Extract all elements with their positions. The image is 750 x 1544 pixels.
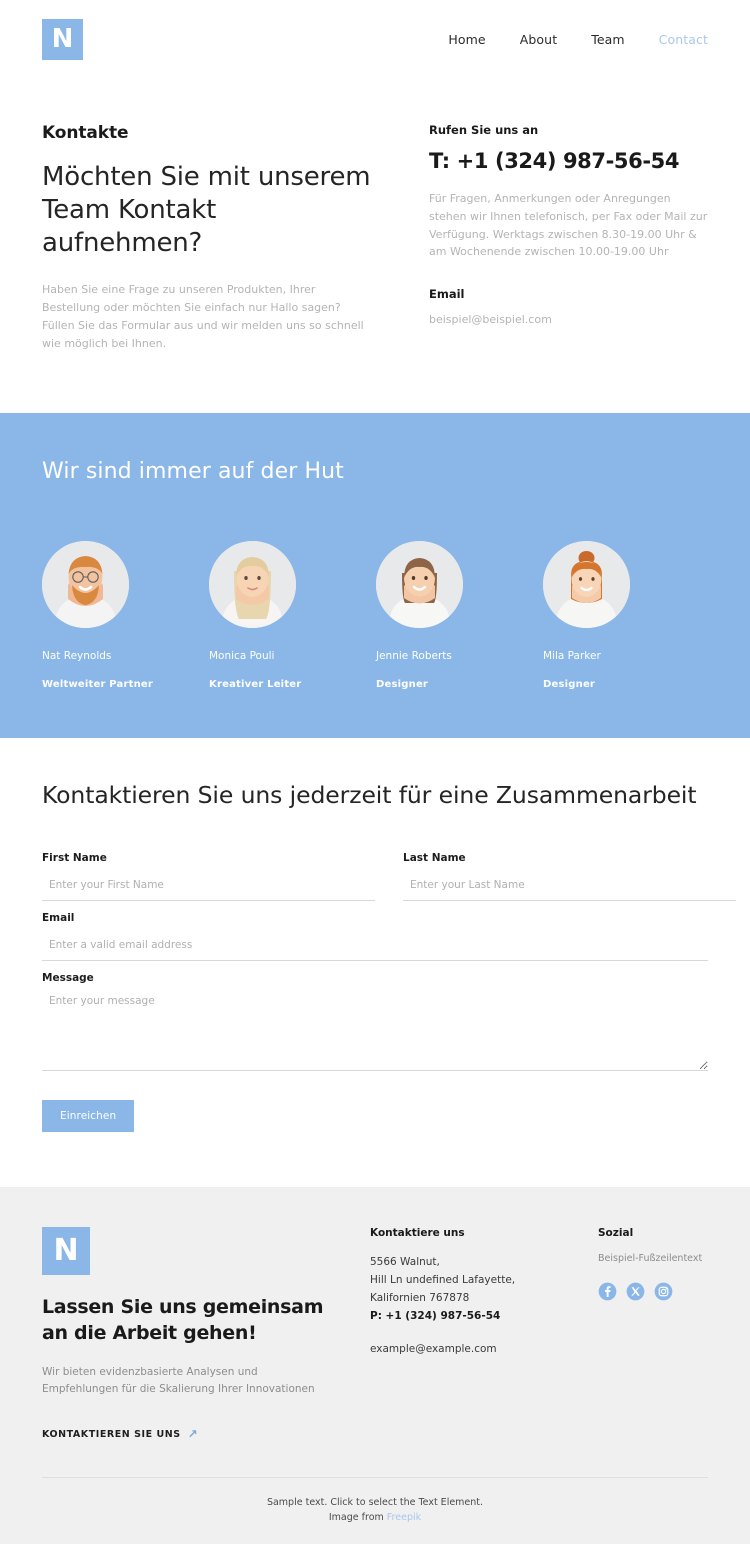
last-name-input[interactable] [403,879,736,902]
contact-form: First Name Last Name Email Message Einre… [42,852,736,1133]
email-input[interactable] [42,939,708,962]
logo[interactable]: N [42,18,83,60]
footer-logo[interactable]: N [42,1227,90,1276]
member-role: Designer [543,678,596,690]
team-grid: Nat Reynolds Weltweiter Partner Monica P… [42,540,710,690]
instagram-icon[interactable] [654,1282,673,1301]
footer-contact-cta[interactable]: KONTAKTIEREN SIE UNS ↗ [42,1428,198,1440]
team-member: Mila Parker Designer [543,540,710,690]
member-name: Nat Reynolds [42,649,112,662]
first-name-field: First Name [42,852,375,902]
main-navigation: Home About Team Contact [448,32,708,47]
x-twitter-icon[interactable] [626,1282,645,1301]
email-label: Email [42,912,75,925]
footer-logo-letter: N [53,1233,79,1269]
avatar [209,540,296,628]
address-line: 5566 Walnut, [370,1256,440,1269]
page-title: Möchten Sie mit unserem Team Kontakt auf… [42,162,371,258]
facebook-icon[interactable] [598,1282,617,1301]
team-member: Monica Pouli Kreativer Leiter [209,540,376,690]
team-member: Jennie Roberts Designer [376,540,543,690]
avatar [42,540,129,628]
message-textarea[interactable] [42,993,708,1072]
arrow-up-right-icon: ↗ [187,1427,199,1442]
member-name: Jennie Roberts [376,649,452,662]
email-value: beispiel@beispiel.com [429,313,552,327]
freepik-link[interactable]: Freepik [387,1512,421,1523]
contact-page: N Home About Team Contact Kontakte Möcht… [0,0,750,1544]
avatar [376,540,463,628]
last-name-field: Last Name [403,852,736,902]
site-footer: N Lassen Sie uns gemeinsam an die Arbeit… [0,1187,750,1544]
first-name-input[interactable] [42,879,375,902]
team-section-title: Wir sind immer auf der Hut [42,458,344,484]
intro-right-column: Rufen Sie uns an T: +1 (324) 987-56-54 F… [429,123,708,353]
logo-letter: N [51,24,74,54]
name-field-row: First Name Last Name [42,852,736,912]
office-hours-text: Für Fragen, Anmerkungen oder Anregungen … [429,192,708,259]
team-section: Wir sind immer auf der Hut Nat Reynolds … [0,412,750,738]
last-name-label: Last Name [403,852,466,865]
first-name-label: First Name [42,852,107,865]
member-role: Kreativer Leiter [209,678,302,690]
footer-social-heading: Sozial [598,1227,634,1240]
nav-item-team[interactable]: Team [591,32,624,47]
call-us-label: Rufen Sie uns an [429,123,539,137]
footer-heading: Lassen Sie uns gemeinsam an die Arbeit g… [42,1296,324,1344]
footer-social-note: Beispiel-Fußzeilentext [598,1253,703,1265]
footer-bottom-bar: Sample text. Click to select the Text El… [42,1478,708,1544]
member-role: Weltweiter Partner [42,678,154,690]
site-header: N Home About Team Contact [0,0,750,78]
message-field: Message [42,972,708,1075]
social-links [598,1282,750,1301]
image-credit-prefix: Image from [328,1512,387,1524]
email-label: Email [429,287,465,302]
footer-image-credit: Image from Freepik [42,1510,708,1525]
footer-sample-text: Sample text. Click to select the Text El… [266,1496,484,1508]
contact-form-section: Kontaktieren Sie uns jederzeit für eine … [0,737,750,1188]
nav-item-about[interactable]: About [520,32,557,47]
team-member: Nat Reynolds Weltweiter Partner [42,540,209,690]
intro-left-column: Kontakte Möchten Sie mit unserem Team Ko… [42,123,372,353]
intro-paragraph: Haben Sie eine Frage zu unseren Produkte… [42,283,364,350]
member-role: Designer [376,678,429,690]
address-line: Hill Ln undefined Lafayette, [370,1274,516,1287]
phone-number: T: +1 (324) 987-56-54 [429,149,680,173]
submit-button[interactable]: Einreichen [42,1100,135,1133]
footer-email: example@example.com [370,1343,497,1356]
member-name: Mila Parker [543,649,601,662]
footer-columns: N Lassen Sie uns gemeinsam an die Arbeit… [42,1227,708,1441]
section-eyebrow: Kontakte [42,123,129,143]
footer-cta-label: KONTAKTIEREN SIE UNS [42,1428,181,1440]
footer-social-column: Sozial Beispiel-Fußzeilentext [598,1227,750,1441]
message-label: Message [42,972,94,985]
footer-brand-column: N Lassen Sie uns gemeinsam an die Arbeit… [42,1227,332,1441]
footer-contact-column: Kontaktiere uns 5566 Walnut, Hill Ln und… [370,1227,560,1441]
member-name: Monica Pouli [209,649,275,662]
nav-item-contact[interactable]: Contact [659,32,708,47]
footer-phone: P: +1 (324) 987-56-54 [370,1310,501,1323]
avatar [543,540,630,628]
email-field: Email [42,912,708,962]
form-title: Kontaktieren Sie uns jederzeit für eine … [42,780,697,809]
footer-contact-heading: Kontaktiere uns [370,1227,465,1240]
nav-item-home[interactable]: Home [448,32,485,47]
footer-subtext: Wir bieten evidenzbasierte Analysen und … [42,1365,315,1395]
address-line: Kalifornien 767878 [370,1292,470,1305]
contact-intro-section: Kontakte Möchten Sie mit unserem Team Ko… [0,78,750,413]
